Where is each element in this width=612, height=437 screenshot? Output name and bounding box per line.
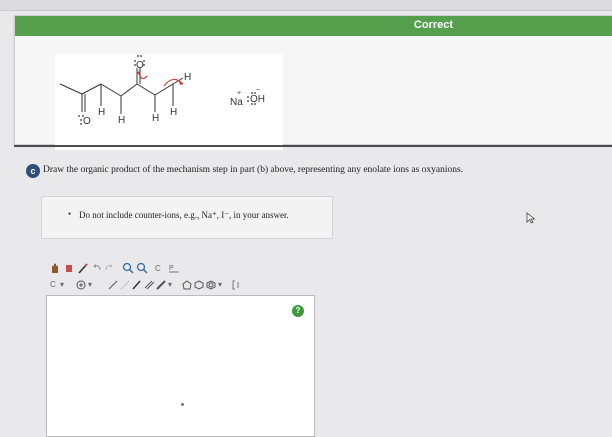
note-bullet: • [68,209,72,219]
cyclohexane-icon[interactable] [194,280,204,290]
bracket-icon[interactable] [232,280,242,290]
undo-icon[interactable] [92,262,102,274]
cyclopentane-icon[interactable] [182,280,192,290]
redo-icon[interactable] [104,262,114,274]
h-label-3: H [118,115,125,126]
h-label-4: H [152,113,159,124]
wedge-bond-icon[interactable] [120,280,130,290]
mouse-cursor-icon [526,212,536,224]
section-divider [14,145,612,147]
reagent-oh-charge: − [256,87,260,94]
atom-o-carbonyl: O [83,116,91,127]
part-c-badge: c [26,164,40,178]
eraser-icon[interactable] [64,262,74,274]
atom-select-arrow[interactable]: ▾ [60,279,64,291]
correct-label: Correct [413,19,453,31]
help-button[interactable]: ? [292,305,304,317]
feedback-panel: Correct O O H H H H H Na + OH − [14,15,612,150]
zoom-out-icon[interactable] [136,262,148,274]
reagent-oh: OH [250,94,265,105]
bond-select-arrow[interactable]: ▾ [168,279,172,291]
atom-c-label[interactable]: C [50,279,56,291]
clean-icon[interactable]: C [154,262,164,274]
h-label-1: H [184,72,191,83]
svg-text:P: P [169,265,174,272]
correct-banner: Correct [15,16,612,36]
svg-text:C: C [155,264,161,273]
note-text: Do not include counter-ions, e.g., Na⁺, … [79,210,289,220]
template-icon[interactable]: P [168,262,180,274]
atom-o-top: O [136,60,144,71]
pencil-icon[interactable] [78,262,88,274]
charge-plus-icon[interactable] [76,280,86,290]
question-text: Draw the organic product of the mechanis… [43,165,464,175]
instruction-note: • Do not include counter-ions, e.g., Na⁺… [41,196,333,239]
drawing-canvas[interactable]: ? [46,295,315,437]
top-bar [0,0,612,11]
charge-select-arrow[interactable]: ▾ [88,279,92,291]
bold-bond-icon[interactable] [156,280,166,290]
h-label-5: H [170,107,177,118]
answer-card: O O H H H H H Na + OH − [55,54,283,150]
hand-icon[interactable] [50,262,60,274]
benzene-icon[interactable] [206,280,216,290]
canvas-point [181,403,184,406]
zoom-in-icon[interactable] [122,262,134,274]
reagent-na-charge: + [237,90,241,97]
reagent-na: Na [230,97,243,108]
h-label-2: H [98,107,105,118]
single-bond-icon[interactable] [108,280,118,290]
ring-select-arrow[interactable]: ▾ [218,279,222,291]
double-bond-icon[interactable] [132,280,142,290]
triple-bond-icon[interactable] [144,280,154,290]
mechanism-structure: O O H H H H H Na + OH − [59,55,265,127]
